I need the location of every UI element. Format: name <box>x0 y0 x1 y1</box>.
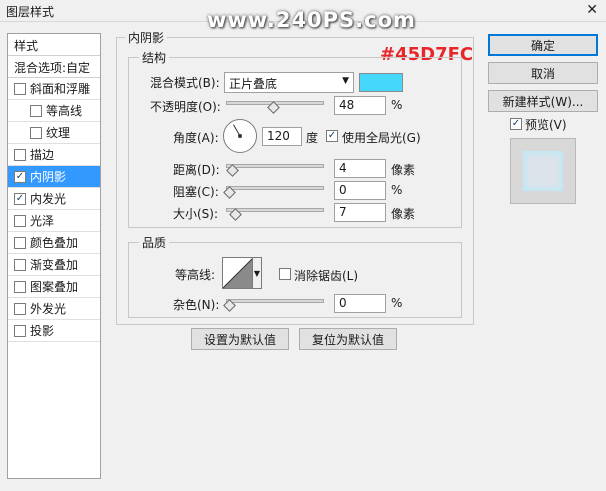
style-list-item[interactable]: 等高线 <box>8 100 100 122</box>
style-list-item[interactable]: ✓ 内阴影 <box>8 166 100 188</box>
size-label: 大小(S): <box>173 207 219 221</box>
size-slider[interactable] <box>226 208 324 221</box>
new-style-button[interactable]: 新建样式(W)... <box>488 90 598 112</box>
style-checkbox[interactable] <box>14 280 26 293</box>
style-list-item-label: 颜色叠加 <box>30 236 79 250</box>
style-checkbox[interactable]: ✓ <box>14 170 26 183</box>
style-list-item-label: 渐变叠加 <box>30 258 79 272</box>
choke-label: 阻塞(C): <box>173 185 219 199</box>
contour-label: 等高线: <box>175 268 216 282</box>
global-light-checkbox[interactable]: ✓ <box>326 130 338 142</box>
style-list-item-label: 等高线 <box>46 104 83 118</box>
style-list-item-label: 斜面和浮雕 <box>30 82 91 96</box>
size-input[interactable]: 7 <box>334 203 386 222</box>
choke-input[interactable]: 0 <box>334 181 386 200</box>
style-list-header[interactable]: 样式 <box>8 34 100 56</box>
style-list-item[interactable]: 图案叠加 <box>8 276 100 298</box>
structure-title: 结构 <box>139 49 170 66</box>
anti-alias-label[interactable]: 消除锯齿(L) <box>294 267 358 284</box>
style-list-item[interactable]: 投影 <box>8 320 100 342</box>
blend-mode-select[interactable]: 正片叠底 ▼ <box>224 72 354 93</box>
choke-slider[interactable] <box>223 186 324 199</box>
shadow-color-swatch[interactable] <box>359 73 403 92</box>
watermark: www.240PS.com <box>207 8 416 32</box>
set-default-button[interactable]: 设置为默认值 <box>191 328 289 350</box>
angle-center <box>238 134 242 138</box>
style-list-item-label: 描边 <box>30 148 55 162</box>
noise-unit: % <box>391 296 403 310</box>
chevron-down-icon: ▼ <box>342 76 349 86</box>
style-checkbox[interactable]: ✓ <box>14 192 26 205</box>
distance-unit: 像素 <box>391 163 416 177</box>
close-icon[interactable]: ✕ <box>586 2 598 18</box>
style-checkbox[interactable] <box>14 302 26 315</box>
style-list-item[interactable]: 颜色叠加 <box>8 232 100 254</box>
style-list-item-label: 内阴影 <box>30 170 67 184</box>
noise-slider[interactable] <box>223 299 324 312</box>
style-checkbox[interactable] <box>14 324 26 337</box>
blend-mode-value: 正片叠底 <box>229 77 278 91</box>
choke-unit: % <box>391 183 403 197</box>
opacity-label: 不透明度(O): <box>150 100 221 114</box>
angle-label: 角度(A): <box>173 131 219 145</box>
reset-default-button[interactable]: 复位为默认值 <box>299 328 397 350</box>
angle-dial[interactable] <box>223 119 257 153</box>
blend-mode-label: 混合模式(B): <box>150 76 220 90</box>
opacity-slider[interactable] <box>226 101 324 114</box>
quality-title: 品质 <box>139 234 170 251</box>
style-checkbox[interactable] <box>14 214 26 227</box>
style-preview-swatch <box>523 151 563 191</box>
style-list-item-label: 图案叠加 <box>30 280 79 294</box>
style-checkbox[interactable] <box>14 258 26 271</box>
preview-label[interactable]: 预览(V) <box>525 116 567 133</box>
style-list-item-label: 内发光 <box>30 192 67 206</box>
angle-input[interactable]: 120 <box>262 127 302 146</box>
style-list-item-label: 外发光 <box>30 302 67 316</box>
noise-input[interactable]: 0 <box>334 294 386 313</box>
distance-input[interactable]: 4 <box>334 159 386 178</box>
opacity-input[interactable]: 48 <box>334 96 386 115</box>
noise-label: 杂色(N): <box>173 298 220 312</box>
style-list: 样式 混合选项:自定 斜面和浮雕等高线纹理描边 ✓ 内阴影 ✓ 内发光光泽颜色叠加渐变叠… <box>7 33 101 479</box>
preview-checkbox[interactable]: ✓ <box>510 118 522 130</box>
distance-label: 距离(D): <box>173 163 220 177</box>
contour-picker[interactable]: ▼ <box>222 257 262 289</box>
window-title: 图层样式 <box>6 5 55 19</box>
chevron-down-icon[interactable]: ▼ <box>252 257 262 289</box>
anti-alias-checkbox[interactable] <box>279 268 291 280</box>
ok-button[interactable]: 确定 <box>488 34 598 56</box>
style-checkbox[interactable] <box>30 126 42 139</box>
global-light-label[interactable]: 使用全局光(G) <box>342 129 421 146</box>
style-checkbox[interactable] <box>14 148 26 161</box>
style-list-item[interactable]: 渐变叠加 <box>8 254 100 276</box>
cancel-button[interactable]: 取消 <box>488 62 598 84</box>
angle-unit: 度 <box>306 131 319 145</box>
style-checkbox[interactable] <box>14 82 26 95</box>
size-unit: 像素 <box>391 207 416 221</box>
style-list-item[interactable]: ✓ 内发光 <box>8 188 100 210</box>
contour-curve-icon <box>223 258 253 288</box>
style-list-item[interactable]: 斜面和浮雕 <box>8 78 100 100</box>
style-list-item[interactable]: 纹理 <box>8 122 100 144</box>
distance-slider[interactable] <box>226 164 324 177</box>
style-list-item[interactable]: 外发光 <box>8 298 100 320</box>
inner-shadow-title: 内阴影 <box>125 29 168 46</box>
style-list-item-label: 投影 <box>30 324 55 338</box>
style-list-item-label: 光泽 <box>30 214 55 228</box>
style-checkbox[interactable] <box>14 236 26 249</box>
style-list-item-label: 纹理 <box>46 126 71 140</box>
style-checkbox[interactable] <box>30 104 42 117</box>
blend-options-item[interactable]: 混合选项:自定 <box>8 56 100 78</box>
style-list-item[interactable]: 描边 <box>8 144 100 166</box>
opacity-unit: % <box>391 98 403 112</box>
style-list-item[interactable]: 光泽 <box>8 210 100 232</box>
style-preview-thumbnail <box>510 138 576 204</box>
